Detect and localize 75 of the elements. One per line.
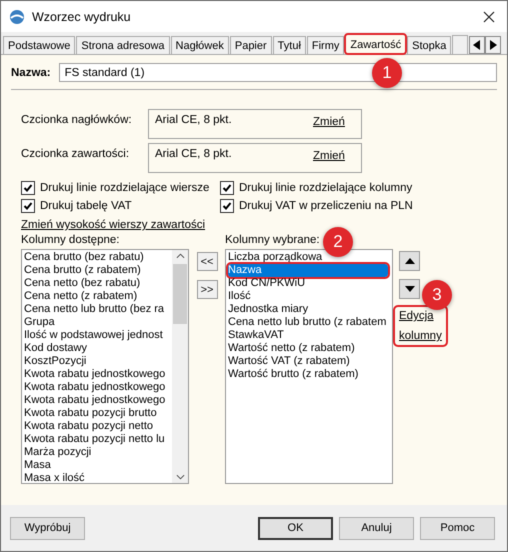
list-item[interactable]: Cena brutto (bez rabatu) [24,251,172,264]
checkbox-label: Drukuj VAT w przeliczeniu na PLN [239,200,413,212]
window-title: Wzorzec wydruku [32,10,131,24]
list-item[interactable]: Kod dostawy [24,342,172,355]
list-item[interactable]: Cena brutto (z rabatem) [24,264,172,277]
list-item[interactable]: Cena netto (bez rabatu) [24,277,172,290]
list-item[interactable]: Cena netto lub brutto (z rabatem [228,316,388,329]
change-link[interactable]: Zmień [313,150,345,162]
checkbox[interactable] [21,181,35,195]
list-item[interactable]: Marża pozycji [24,446,172,459]
checkbox-label: Drukuj linie rozdzielające kolumny [239,182,412,194]
list-item[interactable]: Cena netto lub brutto (bez ra [24,303,172,316]
list-item[interactable]: Ilość w podstawowej jednost [24,329,172,342]
list-item[interactable]: Wartość netto (z rabatem) [228,342,388,355]
list-item[interactable]: Kwota rabatu pozycji netto lu [24,433,172,446]
list-item[interactable]: Ilość [228,290,388,303]
move-button[interactable]: << [196,252,218,271]
checkbox-label: Drukuj tabelę VAT [40,200,132,212]
checkbox-label: Drukuj linie rozdzielające wiersze [40,182,210,194]
up-triangle-icon [404,258,414,264]
edit-columns-link[interactable]: Edycja kolumny [395,307,446,345]
close-icon[interactable] [483,10,495,22]
selected-columns-label: Kolumny wybrane: [225,234,320,246]
font-label: Czcionka zawartości: [21,147,130,162]
move-button[interactable]: >> [196,280,218,299]
footer-button[interactable]: OK [258,516,333,540]
tab[interactable]: Firmy [306,36,344,54]
scroll-up-icon[interactable] [176,253,184,259]
checkbox[interactable] [220,199,234,213]
move-down-button[interactable] [399,279,420,299]
list-item[interactable]: Masa x ilość [24,472,172,483]
list-item[interactable]: Kwota rabatu jednostkowego [24,368,172,381]
font-label: Czcionka nagłówków: [21,113,133,128]
left-triangle-icon [473,40,482,50]
scrollbar[interactable] [172,250,188,483]
app-logo-icon [9,8,25,24]
scroll-left-button[interactable] [469,36,486,54]
list-item[interactable]: Grupa [24,316,172,329]
tab[interactable]: Tytuł [272,36,306,54]
list-item[interactable]: Kwota rabatu pozycji brutto [24,407,172,420]
list-item[interactable]: Masa [24,459,172,472]
tab[interactable]: Papier [230,36,272,54]
scroll-right-button[interactable] [485,36,502,54]
checkbox[interactable] [21,199,35,213]
checkbox[interactable] [220,181,234,195]
list-item[interactable]: Wartość VAT (z rabatem) [228,355,388,368]
right-triangle-icon [489,40,498,50]
list-item[interactable]: Jednostka miary [228,303,388,316]
font-value: Arial CE, 8 pkt. [155,148,232,160]
font-value: Arial CE, 8 pkt. [155,114,232,126]
down-triangle-icon [404,286,414,292]
list-item[interactable]: Kwota rabatu pozycji netto [24,420,172,433]
list-item[interactable]: Kwota rabatu jednostkowego [24,381,172,394]
footer-button[interactable]: Wypróbuj [10,516,85,540]
tab[interactable]: Podstawowe [3,36,76,54]
tab[interactable]: Strona adresowa [76,36,170,54]
list-item[interactable]: Kod CN/PKWiU [228,277,388,290]
tab[interactable]: Nagłówek [170,36,229,54]
list-item[interactable]: Cena netto (z rabatem) [24,290,172,303]
tab[interactable]: Zawartość [345,34,406,54]
footer-button[interactable]: Anuluj [339,516,414,540]
list-item[interactable]: Wartość brutto (z rabatem) [228,368,388,381]
scroll-down-icon[interactable] [176,474,184,480]
tab[interactable]: Stopka [407,36,452,54]
scrollbar-thumb[interactable] [173,264,187,324]
move-up-button[interactable] [399,251,420,271]
available-columns-label: Kolumny dostępne: [21,234,120,246]
list-item[interactable]: StawkaVAT [228,329,388,342]
name-label: Nazwa: [11,66,51,78]
change-link[interactable]: Zmień [313,116,345,128]
list-item[interactable]: Kwota rabatu jednostkowego [24,394,172,407]
footer-button[interactable]: Pomoc [420,516,495,540]
list-item[interactable]: Nazwa [228,264,388,277]
list-item[interactable]: KosztPozycji [24,355,172,368]
row-height-link[interactable]: Zmień wysokość wierszy zawartości [21,219,206,231]
